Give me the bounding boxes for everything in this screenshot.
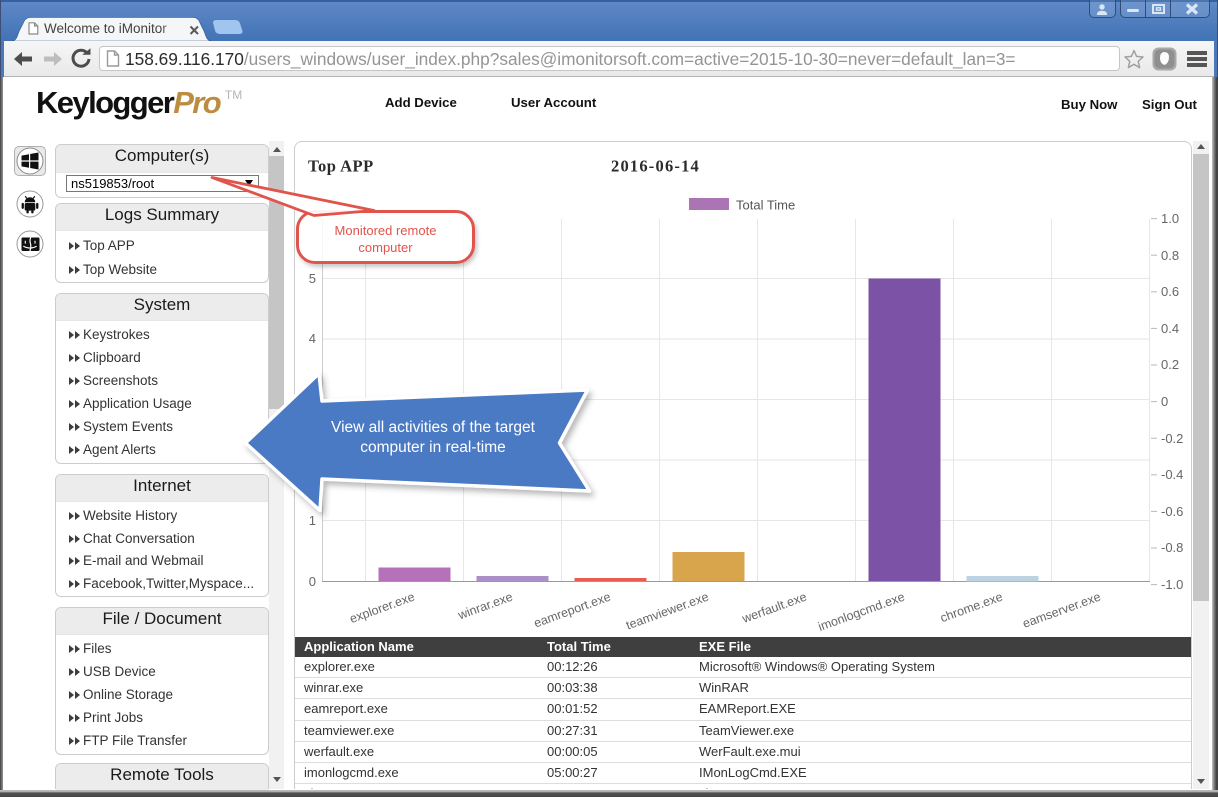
svg-text:-0.8: -0.8: [1161, 540, 1183, 555]
svg-text:4: 4: [309, 331, 316, 346]
svg-text:eamreport.exe: eamreport.exe: [532, 590, 613, 631]
svg-text:0.8: 0.8: [1161, 248, 1179, 263]
svg-text:View all activities of the tar: View all activities of the target: [331, 419, 536, 436]
svg-text:-1.0: -1.0: [1161, 577, 1183, 592]
svg-text:0.2: 0.2: [1161, 357, 1179, 372]
svg-text:-0.4: -0.4: [1161, 467, 1183, 482]
svg-text:Total Time: Total Time: [736, 198, 795, 213]
svg-text:explorer.exe: explorer.exe: [348, 590, 417, 626]
svg-text:werfault.exe: werfault.exe: [739, 590, 808, 627]
svg-text:-0.6: -0.6: [1161, 504, 1183, 519]
svg-text:winrar.exe: winrar.exe: [455, 590, 514, 623]
svg-text:imonlogcmd.exe: imonlogcmd.exe: [816, 590, 906, 634]
svg-text:2016-06-14: 2016-06-14: [611, 157, 700, 176]
svg-text:teamviewer.exe: teamviewer.exe: [624, 590, 710, 633]
svg-text:0.4: 0.4: [1161, 321, 1179, 336]
svg-text:chrome.exe: chrome.exe: [938, 590, 1004, 626]
svg-text:0.6: 0.6: [1161, 284, 1179, 299]
svg-text:computer in real-time: computer in real-time: [360, 439, 506, 456]
svg-text:1.0: 1.0: [1161, 211, 1179, 226]
svg-text:-0.2: -0.2: [1161, 431, 1183, 446]
svg-text:eamserver.exe: eamserver.exe: [1021, 590, 1103, 631]
svg-text:0: 0: [1161, 394, 1168, 409]
svg-text:0: 0: [309, 574, 316, 589]
